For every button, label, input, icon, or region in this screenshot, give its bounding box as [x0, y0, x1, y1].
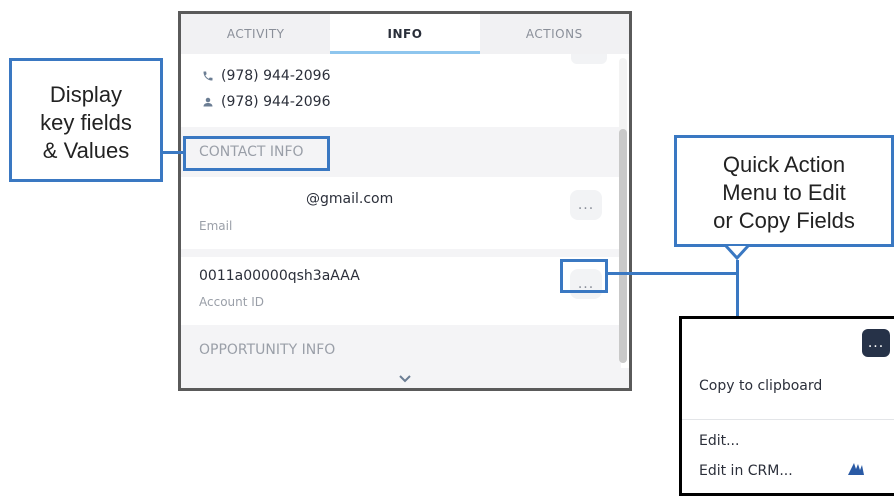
scrollbar-thumb[interactable]	[619, 129, 627, 363]
account-id-field: 0011a00000qsh3aAAA Account ID ...	[181, 257, 621, 325]
right-connector-horizontal	[608, 272, 739, 275]
contact-panel: ACTIVITY INFO ACTIONS (978) 944-2096 (97…	[178, 11, 632, 391]
phone-value: (978) 944-2096	[221, 68, 331, 84]
tab-bar: ACTIVITY INFO ACTIONS	[181, 14, 629, 54]
left-connector	[163, 151, 183, 154]
phone-row[interactable]: (978) 944-2096	[201, 68, 331, 84]
chevron-down-icon	[398, 369, 412, 388]
tab-activity[interactable]: ACTIVITY	[181, 14, 330, 54]
email-label: Email	[199, 219, 233, 233]
email-field: @gmail.com Email ...	[181, 177, 621, 249]
info-content: (978) 944-2096 (978) 944-2096 CONTACT IN…	[181, 54, 629, 368]
quick-action-menu: Copy to clipboard Edit... Edit in CRM...	[682, 363, 894, 493]
account-id-value: 0011a00000qsh3aAAA	[199, 268, 360, 284]
more-button-highlight	[560, 259, 608, 293]
menu-divider	[682, 419, 894, 420]
phone-icon	[201, 70, 215, 82]
dynamics-crm-icon	[848, 463, 864, 475]
menu-item-copy-to-clipboard[interactable]: Copy to clipboard	[699, 378, 822, 394]
menu-item-edit-in-crm[interactable]: Edit in CRM...	[699, 463, 793, 479]
menu-item-edit[interactable]: Edit...	[699, 433, 739, 449]
opportunity-info-header: OPPORTUNITY INFO	[181, 325, 621, 368]
mobile-row[interactable]: (978) 944-2096	[201, 94, 331, 110]
tab-actions[interactable]: ACTIONS	[480, 14, 629, 54]
display-fields-callout: Display key fields & Values	[9, 58, 163, 182]
expand-footer[interactable]	[181, 368, 629, 388]
person-icon	[201, 96, 215, 108]
mobile-value: (978) 944-2096	[221, 94, 331, 110]
account-id-label: Account ID	[199, 295, 265, 309]
right-connector-vertical	[736, 260, 739, 316]
quick-action-callout: Quick Action Menu to Edit or Copy Fields	[674, 135, 894, 247]
email-value: @gmail.com	[306, 191, 394, 207]
quick-action-button[interactable]: ...	[862, 329, 890, 357]
callout-pointer	[725, 245, 749, 261]
email-more-button[interactable]: ...	[570, 190, 602, 220]
contact-info-highlight	[183, 136, 330, 171]
field-divider	[181, 249, 621, 257]
quick-action-menu-preview: ... Copy to clipboard Edit... Edit in CR…	[679, 316, 894, 496]
more-button-partial[interactable]	[571, 54, 607, 64]
tab-info[interactable]: INFO	[330, 14, 480, 54]
